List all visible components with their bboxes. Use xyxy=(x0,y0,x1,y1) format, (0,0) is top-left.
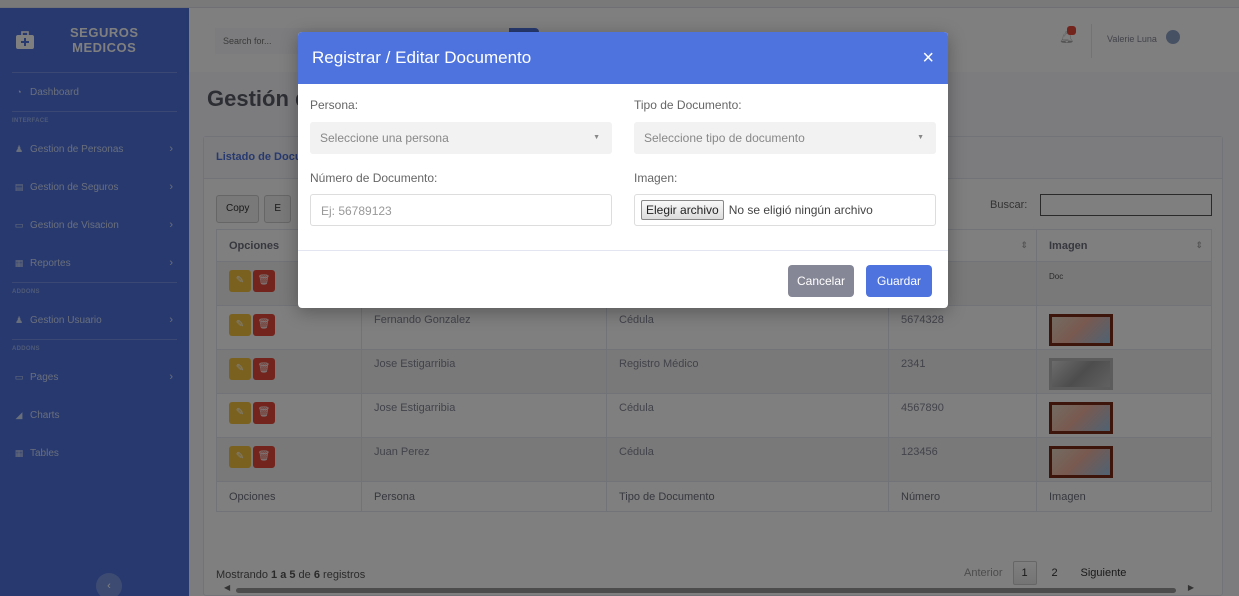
document-modal: Registrar / Editar Documento × Persona: … xyxy=(298,32,948,308)
imagen-label: Imagen: xyxy=(634,171,678,185)
numero-input[interactable]: Ej: 56789123 xyxy=(310,194,612,226)
persona-select[interactable]: Seleccione una persona ▼ xyxy=(310,122,612,154)
numero-label: Número de Documento: xyxy=(310,171,438,185)
modal-header: Registrar / Editar Documento × xyxy=(298,32,948,84)
tipo-select-value: Seleccione tipo de documento xyxy=(644,131,805,145)
persona-label: Persona: xyxy=(310,98,359,112)
close-icon[interactable]: × xyxy=(922,48,934,68)
cancel-button[interactable]: Cancelar xyxy=(788,265,854,297)
caret-down-icon: ▼ xyxy=(593,134,600,141)
tipo-label: Tipo de Documento: xyxy=(634,98,742,112)
caret-down-icon: ▼ xyxy=(917,134,924,141)
modal-title: Registrar / Editar Documento xyxy=(312,48,532,67)
file-status: No se eligió ningún archivo xyxy=(728,203,873,217)
persona-select-value: Seleccione una persona xyxy=(320,131,449,145)
tipo-select[interactable]: Seleccione tipo de documento ▼ xyxy=(634,122,936,154)
imagen-file-input[interactable]: Elegir archivo No se eligió ningún archi… xyxy=(634,194,936,226)
save-button[interactable]: Guardar xyxy=(866,265,932,297)
modal-footer: Cancelar Guardar xyxy=(298,250,948,308)
choose-file-button[interactable]: Elegir archivo xyxy=(641,200,724,220)
